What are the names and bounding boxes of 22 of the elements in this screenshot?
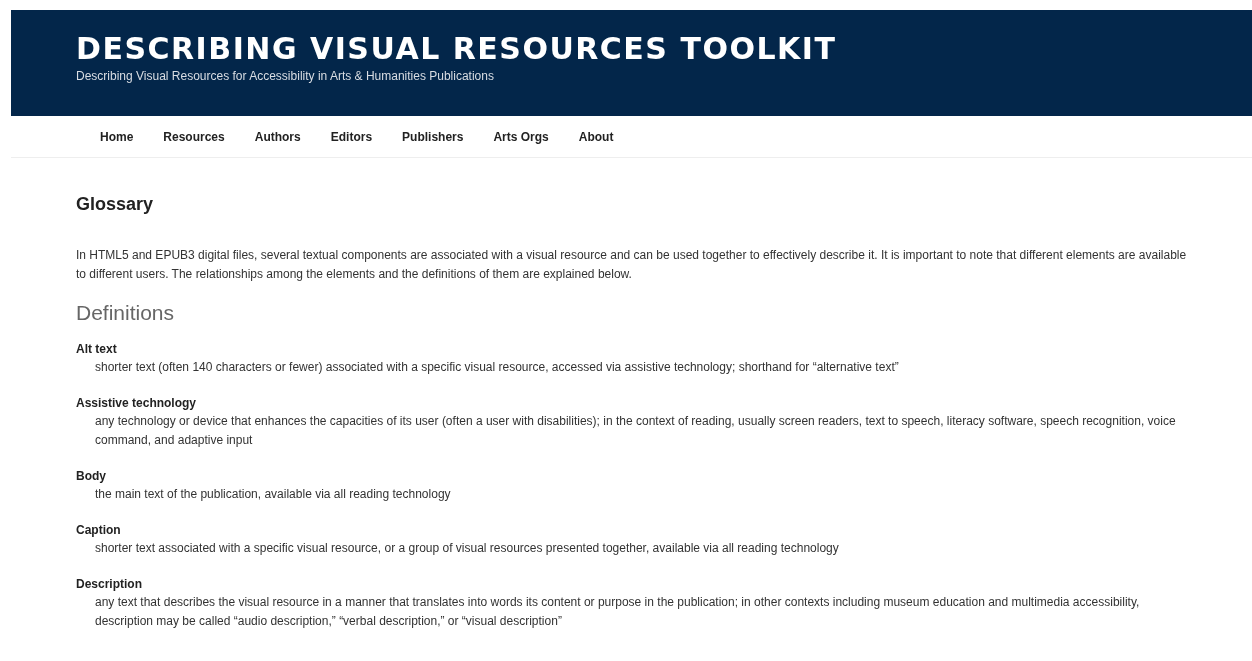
glossary-term: Caption — [76, 522, 122, 539]
nav-link[interactable]: Arts Orgs — [493, 129, 549, 144]
glossary-definition: shorter text associated with a specific visual resource, or a group of visual resources presented together, available via all reading technology — [95, 540, 840, 557]
site-title[interactable]: DESCRIBING VISUAL RESOURCES TOOLKIT — [76, 32, 837, 66]
nav-link[interactable]: About — [578, 129, 614, 144]
nav-link[interactable]: Authors — [254, 129, 301, 144]
section-heading: Definitions — [76, 300, 176, 326]
glossary-definition: any technology or device that enhances the capacities of its user (often a user with disabilities); in the context of reading, usually screen readers, text to speech, literacy software, speech recognition, voice command, and adaptive input — [95, 413, 1177, 449]
glossary-definition: any text that describes the visual resource in a manner that translates into words its content or purpose in the publication; in other contexts including museum education and multimedia accessibility, description may be called “audio description,” “verbal description,” or “visual description” — [95, 594, 1141, 630]
glossary-term: Alt text — [76, 341, 118, 358]
glossary-definition: the main text of the publication, available via all reading technology — [95, 486, 452, 503]
glossary-definition: shorter text (often 140 characters or fewer) associated with a specific visual resource, accessed via assistive technology; shorthand for “alternative text” — [95, 359, 900, 376]
nav-link[interactable]: Home — [100, 129, 134, 144]
page-title: Glossary — [76, 193, 155, 215]
glossary-term: Assistive technology — [76, 395, 198, 412]
intro-paragraph: In HTML5 and EPUB3 digital files, several textual components are associated with a visual resource and can be used together to effectively describe it. It is important to note that different elements are available to different users. The relationships among the elements and the definitions of them are explained below. — [76, 247, 1188, 283]
site-tagline: Describing Visual Resources for Accessibility in Arts & Humanities Publications — [76, 69, 494, 83]
nav-link[interactable]: Resources — [163, 129, 225, 144]
nav-link[interactable]: Editors — [330, 129, 373, 144]
glossary-term: Description — [76, 576, 143, 593]
glossary-term: Body — [76, 468, 107, 485]
nav-link[interactable]: Publishers — [402, 129, 464, 144]
